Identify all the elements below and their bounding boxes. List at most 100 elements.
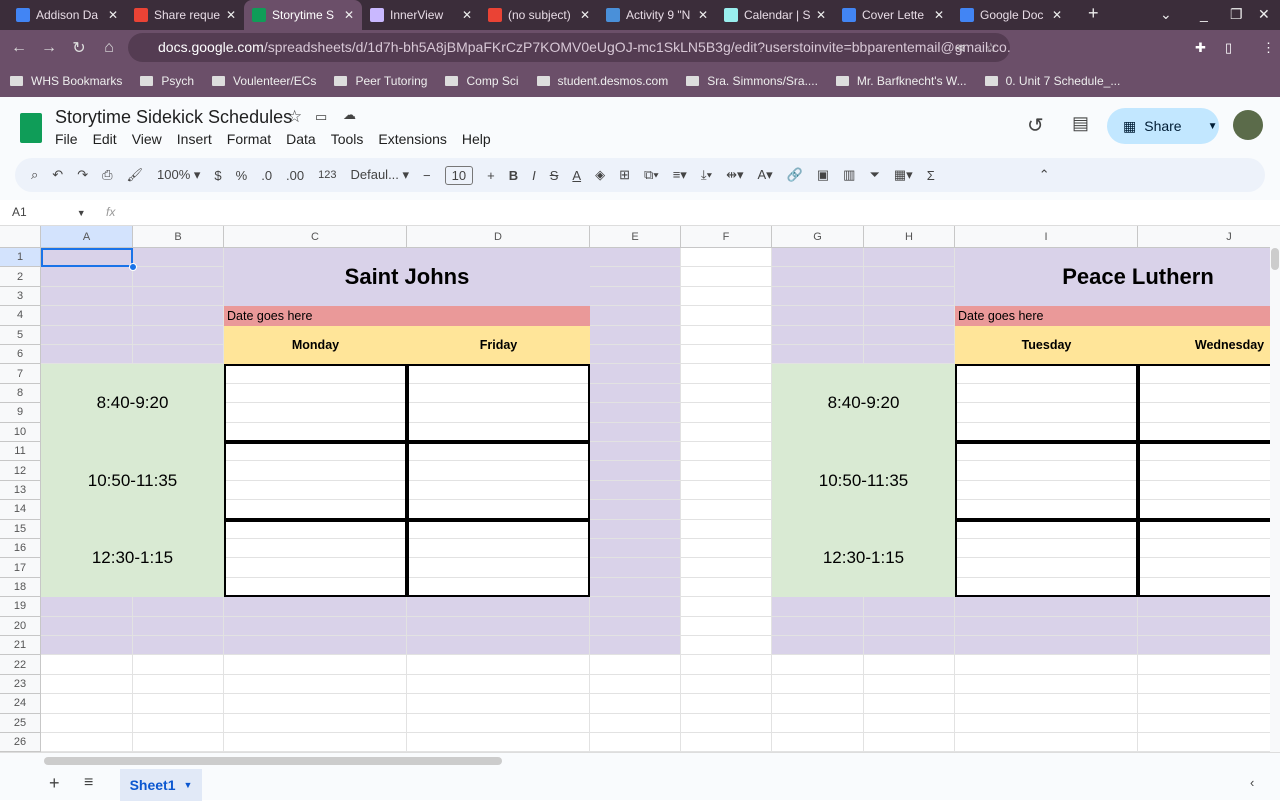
cell[interactable] [590,383,681,404]
borders-icon[interactable]: ⊞ [619,167,630,183]
cell[interactable] [772,655,864,675]
cell[interactable] [864,694,955,714]
cell[interactable] [133,694,224,714]
schedule-slot[interactable] [407,364,590,442]
cell[interactable] [772,733,864,752]
day-header[interactable]: Wednesday [1138,325,1270,365]
cell[interactable] [681,267,772,287]
cell[interactable] [772,248,864,268]
cell[interactable] [864,713,955,733]
cell[interactable] [41,713,133,733]
row-header[interactable]: 26 [0,733,41,752]
vertical-align-icon[interactable]: ⤓▾ [701,167,712,183]
schedule-slot[interactable] [955,364,1138,442]
bold-icon[interactable]: B [509,168,518,183]
cell[interactable] [590,558,681,578]
cell[interactable] [590,519,681,539]
share-page-icon[interactable]: ⋖ [955,40,966,56]
cell[interactable] [590,364,681,384]
row-header[interactable]: 25 [0,713,41,733]
row-header[interactable]: 18 [0,577,41,598]
row-header[interactable]: 22 [0,655,41,675]
star-icon[interactable]: ☆ [287,107,302,127]
close-tab-icon[interactable]: ✕ [344,8,354,22]
cell[interactable] [133,674,224,695]
cell[interactable] [681,345,772,365]
schedule-slot[interactable] [407,519,590,598]
close-tab-icon[interactable]: ✕ [108,8,118,22]
sheets-logo[interactable] [20,113,42,143]
menu-data[interactable]: Data [286,131,316,147]
cell[interactable] [772,636,864,656]
column-header[interactable]: C [224,226,407,248]
schedule-slot[interactable] [1138,519,1270,598]
cell[interactable] [772,345,864,365]
merge-cells-icon[interactable]: ⧉▾ [644,167,659,183]
cell[interactable] [1138,616,1270,636]
row-header[interactable]: 8 [0,383,41,404]
time-slot[interactable]: 8:40-9:20 [772,364,955,442]
cell[interactable] [590,325,681,345]
cell[interactable] [407,597,590,617]
close-tab-icon[interactable]: ✕ [580,8,590,22]
schedule-slot[interactable] [224,442,407,520]
close-tab-icon[interactable]: ✕ [934,8,944,22]
block-title[interactable]: Saint Johns [224,248,590,307]
cell[interactable] [681,461,772,481]
text-rotation-icon[interactable]: A▾ [757,167,772,183]
cell[interactable] [590,694,681,714]
cell[interactable] [133,655,224,675]
cell[interactable] [772,713,864,733]
bookmark-item[interactable]: Peer Tutoring [334,74,427,88]
cell[interactable] [133,267,224,287]
cell[interactable] [864,616,955,636]
cell[interactable] [590,306,681,326]
cell[interactable] [681,636,772,656]
cell[interactable] [41,616,133,636]
font-select[interactable]: Defaul... ▾ [350,167,409,183]
cell[interactable] [41,597,133,617]
cell[interactable] [224,636,407,656]
browser-tab[interactable]: Calendar | S ✕ [716,0,834,30]
cell[interactable] [864,674,955,695]
forward-icon[interactable]: → [34,39,64,57]
bookmark-item[interactable]: Psych [140,74,194,88]
cell[interactable] [590,539,681,559]
close-tab-icon[interactable]: ✕ [226,8,236,22]
cell[interactable] [955,694,1138,714]
move-folder-icon[interactable]: ▭ [315,109,327,125]
cell[interactable] [590,442,681,462]
cell[interactable] [41,674,133,695]
cell[interactable] [864,286,955,307]
browser-tab[interactable]: (no subject) ✕ [480,0,598,30]
cell[interactable] [407,674,590,695]
extensions-icon[interactable]: ✚ [1195,40,1206,56]
url-input[interactable]: docs.google.com/spreadsheets/d/1d7h-bh5A… [128,33,1010,62]
share-button[interactable]: ▦ Share ▼ [1107,108,1219,144]
cell[interactable] [772,597,864,617]
cell[interactable] [41,345,133,365]
browser-tab[interactable]: InnerView ✕ [362,0,480,30]
cell[interactable] [590,500,681,520]
cell[interactable] [41,267,133,287]
zoom-select[interactable]: 100% ▾ [157,167,200,183]
decrease-decimal-button[interactable]: .0 [261,168,272,183]
cell[interactable] [590,345,681,365]
fill-color-icon[interactable]: ◈ [595,167,605,183]
schedule-slot[interactable] [955,442,1138,520]
cell[interactable] [864,597,955,617]
row-header[interactable]: 11 [0,442,41,462]
comments-icon[interactable]: ▤ [1072,113,1089,134]
cell[interactable] [681,733,772,752]
cell[interactable] [1138,655,1270,675]
close-tab-icon[interactable]: ✕ [1052,8,1062,22]
cell[interactable] [955,597,1138,617]
cell[interactable] [224,597,407,617]
cell[interactable] [681,519,772,539]
cell[interactable] [864,636,955,656]
tab-search-icon[interactable]: ⌄ [1160,6,1172,23]
cell[interactable] [133,286,224,307]
cell[interactable] [681,597,772,617]
cell[interactable] [133,306,224,326]
cell[interactable] [133,636,224,656]
